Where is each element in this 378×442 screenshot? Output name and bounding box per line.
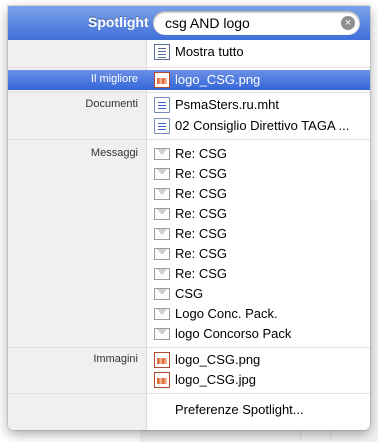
result-item[interactable]: Logo Conc. Pack.: [8, 304, 370, 324]
category-label-images: Immagini: [93, 353, 138, 365]
category-label-messages: Messaggi: [90, 147, 138, 159]
result-item[interactable]: Re: CSG: [8, 164, 370, 184]
mail-icon: [154, 148, 170, 160]
result-item[interactable]: logo_CSG.jpg: [8, 370, 370, 390]
mail-icon: [154, 168, 170, 180]
result-label: Re: CSG: [175, 206, 228, 221]
result-item[interactable]: Messaggi Re: CSG: [8, 144, 370, 164]
search-query[interactable]: csg AND logo: [165, 15, 250, 31]
show-all-item[interactable]: Mostra tutto: [8, 42, 370, 62]
spotlight-menu: Spotlight csg AND logo × Mostra tutto Il…: [8, 6, 370, 430]
document-icon: [154, 118, 170, 134]
separator: [8, 393, 370, 394]
show-all-label: Mostra tutto: [175, 44, 244, 59]
mail-icon: [154, 188, 170, 200]
result-label: logo_CSG.jpg: [175, 372, 256, 387]
result-item[interactable]: Re: CSG: [8, 224, 370, 244]
result-label: Logo Conc. Pack.: [175, 306, 278, 321]
preferences-item[interactable]: Preferenze Spotlight...: [8, 400, 370, 420]
separator: [8, 67, 370, 68]
result-label: Re: CSG: [175, 246, 228, 261]
mail-icon: [154, 308, 170, 320]
image-file-icon: [154, 372, 170, 388]
separator: [8, 92, 370, 93]
result-label: Re: CSG: [175, 266, 228, 281]
result-item[interactable]: Re: CSG: [8, 264, 370, 284]
result-item[interactable]: Re: CSG: [8, 204, 370, 224]
mail-icon: [154, 208, 170, 220]
best-match-item[interactable]: Il migliore logo_CSG.png: [8, 70, 370, 90]
result-item[interactable]: Documenti PsmaSters.ru.mht: [8, 95, 370, 115]
list-icon: [154, 44, 170, 60]
result-label: PsmaSters.ru.mht: [175, 97, 280, 112]
spotlight-title: Spotlight: [88, 14, 149, 30]
result-item[interactable]: Immagini logo_CSG.png: [8, 350, 370, 370]
result-label: logo Concorso Pack: [175, 326, 292, 341]
result-item[interactable]: logo Concorso Pack: [8, 324, 370, 344]
preferences-label: Preferenze Spotlight...: [175, 402, 304, 417]
result-item[interactable]: 02 Consiglio Direttivo TAGA ...: [8, 116, 370, 136]
result-label: Re: CSG: [175, 146, 228, 161]
mail-icon: [154, 288, 170, 300]
separator: [8, 139, 370, 140]
mail-icon: [154, 268, 170, 280]
image-file-icon: [154, 352, 170, 368]
result-label: Re: CSG: [175, 166, 228, 181]
image-file-icon: [154, 72, 170, 88]
result-label: 02 Consiglio Direttivo TAGA ...: [175, 118, 350, 133]
separator: [8, 347, 370, 348]
result-item[interactable]: CSG: [8, 284, 370, 304]
result-item[interactable]: Re: CSG: [8, 184, 370, 204]
result-label: logo_CSG.png: [175, 72, 261, 87]
mail-icon: [154, 248, 170, 260]
category-label-documents: Documenti: [85, 98, 138, 110]
document-icon: [154, 97, 170, 113]
search-field[interactable]: csg AND logo ×: [153, 11, 360, 35]
result-label: CSG: [175, 286, 204, 301]
result-label: Re: CSG: [175, 226, 228, 241]
category-label-best: Il migliore: [90, 73, 138, 85]
result-label: logo_CSG.png: [175, 352, 261, 367]
mail-icon: [154, 328, 170, 340]
result-label: Re: CSG: [175, 186, 228, 201]
spotlight-header: Spotlight csg AND logo ×: [8, 6, 370, 40]
mail-icon: [154, 228, 170, 240]
result-item[interactable]: Re: CSG: [8, 244, 370, 264]
clear-search-icon[interactable]: ×: [341, 16, 355, 30]
